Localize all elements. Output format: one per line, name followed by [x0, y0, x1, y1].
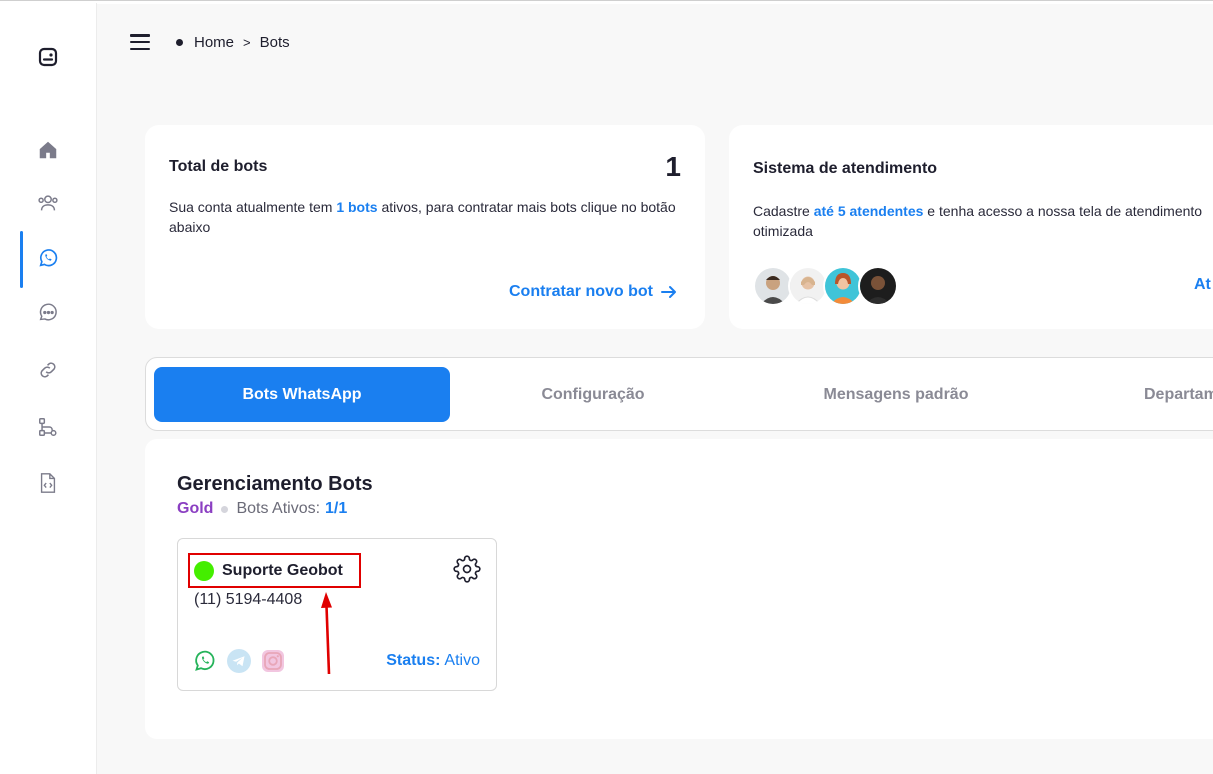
bots-active-label: Bots Ativos: [236, 500, 321, 517]
sidebar-active-indicator [20, 231, 23, 288]
description-text: Sua conta atualmente tem [169, 199, 337, 215]
bots-management-panel: Gerenciamento Bots Gold Bots Ativos: 1/1… [145, 439, 1213, 739]
avatar [858, 266, 898, 306]
tab-configuracao[interactable]: Configuração [466, 367, 720, 422]
chat-icon[interactable] [36, 301, 60, 325]
total-bots-description: Sua conta atualmente tem 1 bots ativos, … [169, 197, 684, 237]
sidebar [0, 3, 97, 774]
bot-name-highlight-box: Suporte Geobot [188, 553, 361, 588]
bot-status-dot [194, 560, 214, 581]
bots-count-highlight: 1 bots [336, 199, 378, 215]
tab-departamentos[interactable]: Departamentos [1144, 367, 1213, 422]
instagram-icon [262, 650, 284, 672]
attendance-system-description: Cadastre até 5 atendentes e tenha acesso… [753, 201, 1213, 241]
avatar [753, 266, 793, 306]
gear-icon[interactable] [453, 555, 481, 583]
whatsapp-icon [195, 650, 215, 671]
bots-active-value: 1/1 [325, 500, 348, 517]
bots-tabs: Bots WhatsApp Configuração Mensagens pad… [145, 357, 1213, 431]
hire-new-bot-link[interactable]: Contratar novo bot [509, 283, 677, 301]
arrow-right-icon [661, 286, 676, 298]
attendance-link[interactable]: At [1194, 276, 1211, 294]
attendance-system-title: Sistema de atendimento [753, 160, 938, 177]
link-icon[interactable] [36, 358, 60, 382]
attendant-avatars [753, 266, 898, 306]
users-icon[interactable] [36, 191, 60, 215]
tab-mensagens-padrao[interactable]: Mensagens padrão [766, 367, 1026, 422]
app-logo-icon[interactable] [36, 45, 60, 69]
bot-channels [193, 649, 285, 673]
attendants-highlight: até 5 atendentes [813, 203, 924, 219]
plan-info: Gold Bots Ativos: 1/1 [177, 500, 347, 518]
avatar [823, 266, 863, 306]
attendance-text: Cadastre [753, 203, 814, 219]
bot-name: Suporte Geobot [222, 561, 343, 579]
total-bots-title: Total de bots [169, 158, 268, 175]
plan-name: Gold [177, 500, 214, 517]
menu-toggle-icon[interactable] [130, 34, 150, 50]
attendance-system-card: Sistema de atendimento Cadastre até 5 at… [729, 125, 1213, 329]
tab-bots-whatsapp[interactable]: Bots WhatsApp [154, 367, 450, 422]
flow-icon[interactable] [36, 415, 60, 439]
status-value: Ativo [444, 652, 480, 669]
code-file-icon[interactable] [36, 471, 60, 495]
hire-new-bot-label: Contratar novo bot [509, 283, 653, 300]
breadcrumb-current: Bots [259, 33, 290, 51]
breadcrumb-home[interactable]: Home [194, 34, 234, 51]
whatsapp-icon[interactable] [36, 246, 60, 270]
bot-phone: (11) 5194-4408 [194, 591, 303, 608]
status-label: Status: [386, 652, 441, 669]
bot-status: Status: Ativo [386, 652, 480, 670]
window-top-border [0, 0, 1213, 4]
total-bots-card: Total de bots 1 Sua conta atualmente tem… [145, 125, 705, 329]
home-icon[interactable] [36, 138, 60, 162]
plan-separator [221, 505, 229, 513]
annotation-arrow [321, 592, 332, 675]
telegram-icon [227, 649, 251, 673]
top-bar: Home > Bots [130, 30, 290, 54]
total-bots-count: 1 [665, 151, 681, 182]
panel-title: Gerenciamento Bots [177, 473, 373, 495]
avatar [788, 266, 828, 306]
breadcrumb-separator: > [243, 34, 251, 50]
breadcrumb-bullet [176, 38, 183, 46]
